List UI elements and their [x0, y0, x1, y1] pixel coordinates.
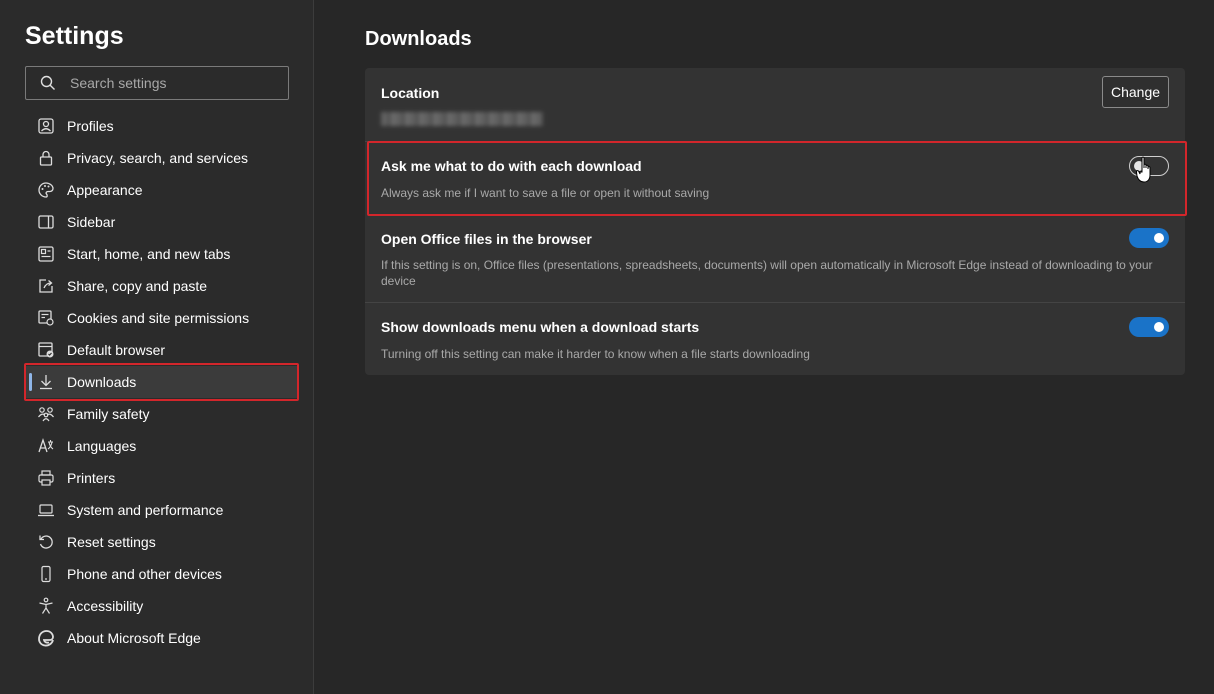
- office-files-toggle[interactable]: [1129, 228, 1169, 248]
- download-icon: [25, 373, 67, 391]
- sidebar-item-share[interactable]: Share, copy and paste: [25, 270, 297, 302]
- languages-icon: [25, 437, 67, 455]
- location-path-blurred: [381, 112, 543, 126]
- sidebar-item-family-safety[interactable]: Family safety: [25, 398, 297, 430]
- setting-description: Always ask me if I want to save a file o…: [381, 186, 710, 200]
- page-title: Downloads: [365, 28, 472, 50]
- sidebar-item-label: Phone and other devices: [67, 566, 222, 582]
- share-icon: [25, 277, 67, 295]
- sidebar-title: Settings: [25, 22, 124, 50]
- downloads-menu-toggle[interactable]: [1129, 317, 1169, 337]
- sidebar-item-printers[interactable]: Printers: [25, 462, 297, 494]
- sidebar-item-default-browser[interactable]: Default browser: [25, 334, 297, 366]
- sidebar-item-label: Start, home, and new tabs: [67, 246, 231, 262]
- sidebar-item-reset[interactable]: Reset settings: [25, 526, 297, 558]
- setting-row-downloads-menu: Show downloads menu when a download star…: [365, 302, 1185, 375]
- sidebar-item-accessibility[interactable]: Accessibility: [25, 590, 297, 622]
- sidebar-item-profiles[interactable]: Profiles: [25, 110, 297, 142]
- toggle-knob: [1154, 322, 1164, 332]
- sidebar-item-privacy[interactable]: Privacy, search, and services: [25, 142, 297, 174]
- setting-title: Ask me what to do with each download: [381, 158, 642, 174]
- sidebar-nav: Profiles Privacy, search, and services A…: [24, 110, 299, 654]
- toggle-knob: [1154, 233, 1164, 243]
- sidebar-item-label: Downloads: [67, 374, 137, 390]
- sidebar-item-appearance[interactable]: Appearance: [25, 174, 297, 206]
- sidebar-item-downloads[interactable]: Downloads: [24, 363, 299, 401]
- setting-title: Open Office files in the browser: [381, 231, 592, 247]
- sidebar-item-label: Accessibility: [67, 598, 144, 614]
- default-browser-icon: [25, 341, 67, 359]
- sidebar-item-label: Profiles: [67, 118, 114, 134]
- search-input[interactable]: [70, 75, 270, 91]
- hand-cursor-icon: [1135, 156, 1156, 191]
- sidebar-item-about[interactable]: About Microsoft Edge: [25, 622, 297, 654]
- laptop-icon: [25, 501, 67, 519]
- sidebar-item-label: Sidebar: [67, 214, 116, 230]
- sidebar-item-label: Cookies and site permissions: [67, 310, 250, 326]
- setting-description: If this setting is on, Office files (pre…: [381, 258, 1153, 288]
- search-icon: [26, 75, 70, 91]
- sidebar-item-start-home[interactable]: Start, home, and new tabs: [25, 238, 297, 270]
- sidebar-item-label: Default browser: [67, 342, 166, 358]
- setting-description: Turning off this setting can make it har…: [381, 347, 810, 361]
- sidebar-item-label: Share, copy and paste: [67, 278, 208, 294]
- palette-icon: [25, 181, 67, 199]
- setting-row-office-files: Open Office files in the browser If this…: [365, 216, 1185, 302]
- search-box[interactable]: [25, 66, 289, 100]
- sidebar-icon: [25, 213, 67, 231]
- setting-row-ask-download: Ask me what to do with each download Alw…: [365, 141, 1185, 216]
- location-row: Location Change: [365, 68, 1185, 141]
- sidebar-item-label: System and performance: [67, 502, 224, 518]
- sidebar-item-label: Reset settings: [67, 534, 156, 550]
- sidebar-item-system[interactable]: System and performance: [25, 494, 297, 526]
- sidebar-item-languages[interactable]: Languages: [25, 430, 297, 462]
- cookies-icon: [25, 309, 67, 327]
- sidebar-item-label: Appearance: [67, 182, 143, 198]
- change-location-button[interactable]: Change: [1102, 76, 1169, 108]
- profile-icon: [25, 117, 67, 135]
- sidebar-item-label: Privacy, search, and services: [67, 150, 249, 166]
- sidebar-item-cookies[interactable]: Cookies and site permissions: [25, 302, 297, 334]
- downloads-settings-card: Location Change Ask me what to do with e…: [365, 68, 1187, 375]
- sidebar-item-label: Family safety: [67, 406, 150, 422]
- setting-title: Show downloads menu when a download star…: [381, 319, 700, 335]
- sidebar-item-sidebar[interactable]: Sidebar: [25, 206, 297, 238]
- printer-icon: [25, 469, 67, 487]
- sidebar-item-label: About Microsoft Edge: [67, 630, 201, 646]
- sidebar: Settings Profiles Privacy, search, and s…: [0, 0, 314, 694]
- family-icon: [25, 405, 67, 423]
- reset-icon: [25, 533, 67, 551]
- accessibility-icon: [25, 597, 67, 615]
- edge-icon: [25, 629, 67, 647]
- phone-icon: [25, 565, 67, 583]
- lock-icon: [25, 149, 67, 167]
- sidebar-item-phone[interactable]: Phone and other devices: [25, 558, 297, 590]
- home-tabs-icon: [25, 245, 67, 263]
- location-label: Location: [381, 85, 440, 101]
- sidebar-item-label: Languages: [67, 438, 137, 454]
- sidebar-item-label: Printers: [67, 470, 116, 486]
